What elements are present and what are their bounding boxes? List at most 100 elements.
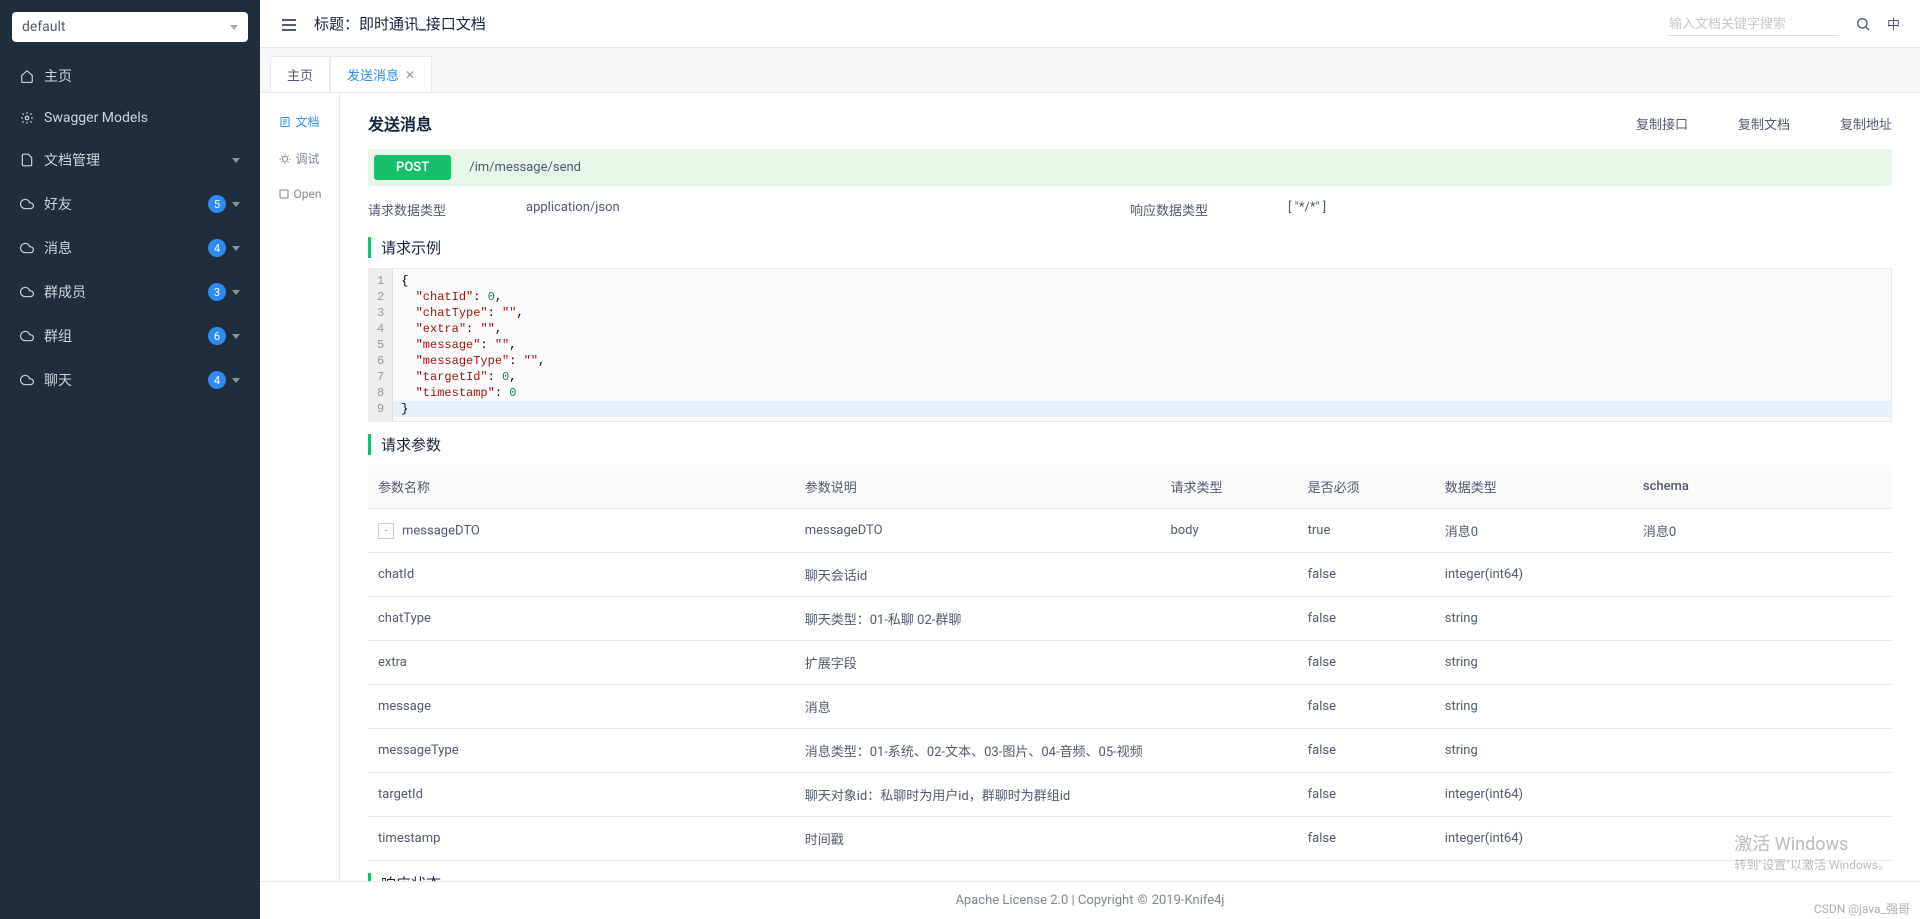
method-row: POST /im/message/send [368,149,1892,186]
cell-reqtype [1160,773,1297,817]
cell-name: -messageDTO [368,509,795,553]
sidebar-item-swagger-models[interactable]: Swagger Models [0,98,260,138]
main: 标题：即时通讯_接口文档 中 主页 发送消息 ✕ 文档 [260,0,1920,919]
cell-schema [1633,685,1892,729]
cell-schema [1633,641,1892,685]
footer: Apache License 2.0 | Copyright © 2019-Kn… [260,881,1920,919]
page-title: 标题：即时通讯_接口文档 [314,13,486,34]
th-datatype: 数据类型 [1435,465,1633,509]
section-title-example: 请求示例 [368,237,1892,258]
cell-datatype: integer(int64) [1435,773,1633,817]
cell-schema: 消息0 [1633,509,1892,553]
sidebar-item-home[interactable]: 主页 [0,54,260,98]
count-badge: 3 [208,283,226,301]
cell-required: true [1298,509,1435,553]
cell-datatype: string [1435,729,1633,773]
sidebar-item-messages[interactable]: 消息 4 [0,226,260,270]
count-badge: 4 [208,371,226,389]
code-lines[interactable]: { "chatId": 0, "chatType": "", "extra": … [393,269,1891,421]
tab-send-message[interactable]: 发送消息 ✕ [330,56,432,92]
cell-name: chatId [368,553,795,597]
chevron-down-icon [230,25,238,30]
cell-desc: messageDTO [795,509,1161,553]
chevron-down-icon [232,158,240,163]
collapse-toggle[interactable]: - [378,523,394,539]
cell-name: message [368,685,795,729]
res-type-value: [ "*/*" ] [1288,200,1326,219]
cell-desc: 聊天对象id：私聊时为用户id，群聊时为群组id [795,773,1161,817]
tab-home[interactable]: 主页 [270,56,330,92]
sidebar-item-group-members[interactable]: 群成员 3 [0,270,260,314]
open-icon [278,188,290,200]
chevron-down-icon [232,290,240,295]
inner-tab-doc[interactable]: 文档 [260,103,339,140]
chevron-down-icon [232,246,240,251]
cloud-icon [20,241,34,255]
search-icon[interactable] [1855,16,1871,32]
table-row: chatId聊天会话idfalseinteger(int64) [368,553,1892,597]
req-type-value: application/json [526,200,620,219]
sidebar-item-chat[interactable]: 聊天 4 [0,358,260,402]
search-input[interactable] [1669,16,1845,31]
code-example: 123456789 { "chatId": 0, "chatType": "",… [368,268,1892,422]
cell-datatype: string [1435,641,1633,685]
cell-datatype: integer(int64) [1435,553,1633,597]
cell-schema [1633,597,1892,641]
http-method-badge: POST [374,155,451,180]
th-schema: schema [1633,465,1892,509]
cell-reqtype [1160,597,1297,641]
cell-required: false [1298,817,1435,861]
table-row: extra扩展字段falsestring [368,641,1892,685]
cell-desc: 消息 [795,685,1161,729]
th-required: 是否必须 [1298,465,1435,509]
sidebar-item-groups[interactable]: 群组 6 [0,314,260,358]
cell-name: extra [368,641,795,685]
cell-required: false [1298,729,1435,773]
inner-nav: 文档 调试 Open [260,93,340,881]
document-icon [20,153,34,167]
project-select[interactable]: default [12,12,248,42]
models-icon [20,111,34,125]
chevron-down-icon [232,378,240,383]
inner-tab-open[interactable]: Open [260,177,339,211]
cell-name: targetId [368,773,795,817]
cell-required: false [1298,685,1435,729]
cloud-icon [20,329,34,343]
cell-name: timestamp [368,817,795,861]
cell-desc: 聊天类型：01-私聊 02-群聊 [795,597,1161,641]
sidebar-item-friends[interactable]: 好友 5 [0,182,260,226]
table-row: -messageDTOmessageDTObodytrue消息0消息0 [368,509,1892,553]
project-select-value: default [22,19,66,35]
req-type-label: 请求数据类型 [368,200,446,219]
chevron-down-icon [232,202,240,207]
table-row: targetId聊天对象id：私聊时为用户id，群聊时为群组idfalseint… [368,773,1892,817]
table-row: timestamp时间戳falseinteger(int64) [368,817,1892,861]
cell-required: false [1298,641,1435,685]
doc-icon [279,116,291,128]
search-input-wrapper [1669,12,1839,36]
cell-schema [1633,817,1892,861]
section-title-params: 请求参数 [368,434,1892,455]
cell-datatype: string [1435,685,1633,729]
cell-schema [1633,773,1892,817]
copy-doc-button[interactable]: 复制文档 [1738,114,1790,133]
inner-tab-debug[interactable]: 调试 [260,140,339,177]
language-toggle[interactable]: 中 [1887,14,1900,33]
tabbar: 主页 发送消息 ✕ [260,48,1920,92]
th-desc: 参数说明 [795,465,1161,509]
section-title-response: 响应状态 [368,873,1892,881]
close-icon[interactable]: ✕ [405,68,415,82]
cell-reqtype [1160,729,1297,773]
menu-collapse-icon[interactable] [280,17,298,31]
sidebar-item-doc-mgmt[interactable]: 文档管理 [0,138,260,182]
copy-api-button[interactable]: 复制接口 [1636,114,1688,133]
cloud-icon [20,373,34,387]
table-row: message消息 falsestring [368,685,1892,729]
table-row: messageType消息类型：01-系统、02-文本、03-图片、04-音频、… [368,729,1892,773]
cell-datatype: string [1435,597,1633,641]
copy-url-button[interactable]: 复制地址 [1840,114,1892,133]
th-name: 参数名称 [368,465,795,509]
cell-name: chatType [368,597,795,641]
cell-required: false [1298,597,1435,641]
cell-schema [1633,553,1892,597]
